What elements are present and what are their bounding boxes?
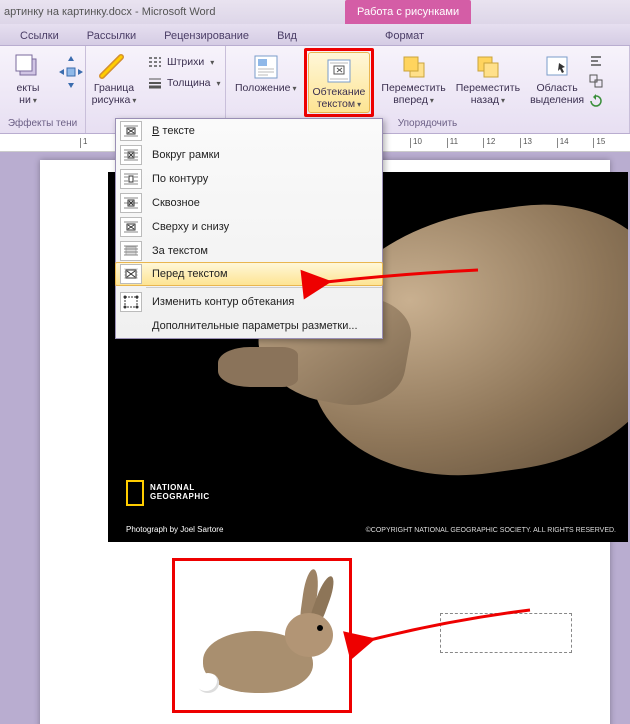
align-icon[interactable]: [589, 54, 603, 68]
menu-wrap-through[interactable]: Сквозное: [116, 191, 382, 215]
wrap-behind-icon: [120, 241, 142, 261]
rabbit-image: [175, 561, 349, 710]
position-button[interactable]: Положение: [230, 48, 302, 98]
annotation-arrow-to-rabbit: [360, 600, 540, 663]
weight-button[interactable]: Толщина: [142, 73, 226, 93]
picture-border-button[interactable]: Граница рисунка: [90, 48, 138, 109]
send-backward-icon: [472, 51, 504, 83]
tab-mailings[interactable]: Рассылки: [83, 27, 140, 45]
selection-pane-icon: [541, 51, 573, 83]
edit-wrap-icon: [120, 292, 142, 312]
annotation-arrow-to-menu: [318, 262, 488, 305]
tab-view[interactable]: Вид: [273, 27, 301, 45]
tab-review[interactable]: Рецензирование: [160, 27, 253, 45]
wrap-tight-icon: [120, 169, 142, 189]
menu-wrap-behind[interactable]: За текстом: [116, 239, 382, 263]
dashes-icon: [147, 54, 163, 70]
text-wrapping-icon: [323, 55, 355, 87]
menu-wrap-inline[interactable]: В В текстетексте: [116, 119, 382, 143]
border-icon: [98, 51, 130, 83]
window-title: артинку на картинку.docx - Microsoft Wor…: [4, 6, 215, 18]
tab-references[interactable]: Ссылки: [16, 27, 63, 45]
menu-wrap-square[interactable]: Вокруг рамки: [116, 143, 382, 167]
wrap-topbottom-icon: [120, 217, 142, 237]
group-label-effects: Эффекты тени: [4, 118, 81, 131]
bring-forward-button[interactable]: Переместить вперед: [376, 48, 450, 109]
group-icon[interactable]: [589, 74, 603, 88]
selection-pane-button[interactable]: Область выделения: [525, 48, 589, 109]
text-wrapping-button[interactable]: Обтекание текстом: [308, 52, 371, 113]
text-wrapping-menu: В В текстетексте Вокруг рамки По контуру…: [115, 118, 383, 339]
tab-format[interactable]: Формат: [381, 27, 428, 45]
bring-forward-icon: [398, 51, 430, 83]
shadow-effects-button[interactable]: екты ни: [4, 48, 52, 109]
natgeo-logo: NATIONALGEOGRAPHIC: [126, 480, 210, 506]
wrap-square-icon: [120, 145, 142, 165]
photo-credit: Photograph by Joel Sartore: [126, 525, 223, 534]
wrap-through-icon: [120, 193, 142, 213]
ribbon-tabs: Ссылки Рассылки Рецензирование Вид Форма…: [0, 24, 630, 46]
menu-wrap-tight[interactable]: По контуру: [116, 167, 382, 191]
wrap-inline-icon: [120, 121, 142, 141]
picture-tools-context-tab: Работа с рисунками: [345, 0, 471, 24]
shadow-nudge-icon[interactable]: [56, 52, 86, 96]
rabbit-image-highlighted[interactable]: [172, 558, 352, 713]
send-backward-button[interactable]: Переместить назад: [451, 48, 525, 109]
copyright-text: ©COPYRIGHT NATIONAL GEOGRAPHIC SOCIETY. …: [366, 527, 616, 534]
rotate-icon[interactable]: [589, 94, 603, 108]
position-icon: [250, 51, 282, 83]
title-bar: артинку на картинку.docx - Microsoft Wor…: [0, 0, 630, 24]
dashes-button[interactable]: Штрихи: [142, 52, 226, 72]
wrap-infront-icon: [120, 264, 142, 284]
weight-icon: [147, 75, 163, 91]
shadow-effects-icon: [12, 51, 44, 83]
menu-wrap-topbottom[interactable]: Сверху и снизу: [116, 215, 382, 239]
menu-more-layout[interactable]: Дополнительные параметры разметки...: [116, 314, 382, 338]
